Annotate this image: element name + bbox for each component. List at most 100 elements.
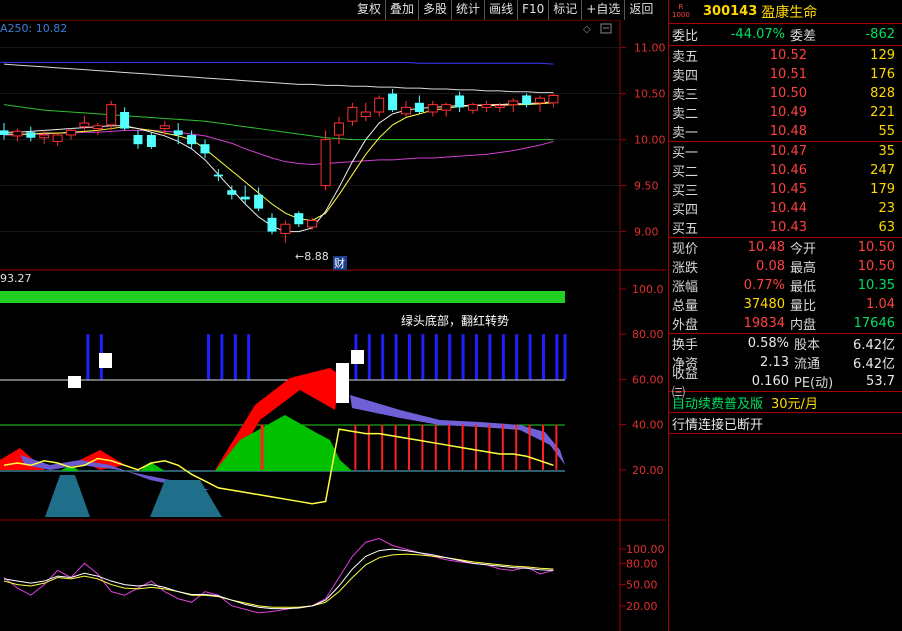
detail-value: 0.160	[751, 374, 789, 389]
signal-bar-blue	[461, 334, 465, 380]
bid-price: 10.45	[769, 182, 807, 197]
kline-chart-area[interactable]: A250: 10.82 ◇ 11.00 10.50 10.00 9.50 9.00 ←8…	[0, 20, 666, 631]
detail-label: PE(动)	[794, 376, 834, 391]
candle-body	[106, 104, 117, 126]
ask-volume: 176	[870, 67, 895, 82]
ask-book: 卖五 10.52 129 卖四 10.51 176 卖三 10.50 828 卖二 10.49 221…	[669, 46, 902, 142]
toolbar-overlay-button[interactable]: 叠加	[385, 0, 418, 20]
candle-body	[414, 102, 424, 112]
toolbar-multi-stock-button[interactable]: 多股	[418, 0, 451, 20]
candle-body	[535, 97, 545, 104]
signal-bar-red	[260, 424, 264, 470]
oscillator-tick-label: 50.00	[626, 579, 658, 592]
bid-row[interactable]: 买一 10.47 35	[669, 142, 902, 161]
ask-label: 卖二	[672, 107, 699, 122]
low-price-marker: ←8.88	[295, 250, 329, 263]
ask-row[interactable]: 卖二 10.49 221	[669, 103, 902, 122]
bid-row[interactable]: 买二 10.46 247	[669, 161, 902, 180]
toolbar-restore-rights-button[interactable]: 复权	[353, 0, 385, 20]
ask-label: 卖四	[672, 69, 699, 84]
signal-bar-blue	[207, 334, 210, 380]
share-details: 换手 0.58% 股本 6.42亿 净资 2.13 流通 6.42亿 收益㈢ 0.160 PE(动)…	[669, 334, 902, 401]
ask-row[interactable]: 卖五 10.52 129	[669, 46, 902, 65]
stat-label: 总量	[672, 299, 699, 314]
candle-body	[441, 104, 452, 111]
bid-volume: 179	[870, 182, 895, 197]
detail-label: 流通	[794, 357, 821, 372]
candle-body	[227, 190, 237, 195]
indicator-value-label: 93.27	[0, 272, 32, 285]
chart-toolbar: 复权 叠加 多股 统计 画线 F10 标记 +自选 返回	[353, 0, 666, 20]
bid-row[interactable]: 买五 10.43 63	[669, 218, 902, 237]
signal-bar-blue	[247, 334, 251, 380]
candle-body	[187, 135, 197, 145]
bid-volume: 23	[878, 201, 895, 216]
ask-volume: 221	[870, 105, 895, 120]
price-tick-label: 9.50	[634, 180, 659, 193]
candle-body	[213, 174, 223, 177]
candle-body	[92, 125, 103, 130]
connection-status: 行情连接已断开	[669, 413, 902, 434]
candle-body	[12, 130, 23, 137]
candle-body	[52, 134, 63, 142]
ask-row[interactable]: 卖一 10.48 55	[669, 122, 902, 141]
bid-row[interactable]: 买三 10.45 179	[669, 180, 902, 199]
signal-bar-blue	[475, 334, 478, 380]
ask-row[interactable]: 卖四 10.51 176	[669, 65, 902, 84]
candle-body	[133, 135, 143, 145]
signal-bar-red	[421, 424, 424, 470]
chart-settings-icon[interactable]	[600, 23, 612, 34]
bid-volume: 247	[870, 163, 895, 178]
indicator-tick-label: 60.00	[632, 373, 664, 386]
detail-row: 换手 0.58% 股本 6.42亿	[669, 334, 902, 353]
candle-body	[254, 194, 264, 209]
rating-badge: R 1000	[672, 3, 690, 19]
toolbar-f10-button[interactable]: F10	[517, 0, 548, 20]
white-signal-box	[351, 350, 364, 364]
ma-yellow-line	[4, 102, 554, 222]
detail-row: 净资 2.13 流通 6.42亿	[669, 353, 902, 372]
indicator-tick-label: 100.0	[632, 283, 664, 296]
oscillator-tick-label: 80.00	[626, 557, 658, 570]
signal-bar-red	[408, 424, 410, 470]
ask-row[interactable]: 卖三 10.50 828	[669, 84, 902, 103]
top-green-band	[0, 291, 565, 303]
toolbar-mark-button[interactable]: 标记	[548, 0, 581, 20]
ask-label: 卖五	[672, 50, 699, 65]
stat-value: 19834	[743, 316, 785, 331]
indicator-tick-label: 40.00	[632, 419, 664, 432]
toolbar-statistics-button[interactable]: 统计	[451, 0, 484, 20]
stock-code: 300143	[703, 4, 758, 19]
stat-label: 外盘	[672, 318, 699, 333]
toolbar-draw-line-button[interactable]: 画线	[484, 0, 517, 20]
toolbar-add-watchlist-button[interactable]: +自选	[581, 0, 624, 20]
candle-body	[320, 139, 331, 187]
bid-row[interactable]: 买四 10.44 23	[669, 199, 902, 218]
detail-value: 2.13	[760, 355, 789, 370]
candle-body	[159, 125, 170, 130]
financial-report-marker: 财	[334, 256, 345, 270]
candle-body	[307, 220, 318, 228]
diamond-icon[interactable]: ◇	[583, 24, 591, 35]
bid-price: 10.43	[769, 220, 807, 235]
price-tick-label: 9.00	[634, 226, 659, 239]
stat-value: 10.35	[857, 278, 895, 293]
signal-bar-red	[475, 424, 477, 470]
indicator-tick-label: 20.00	[632, 464, 664, 477]
candle-body	[468, 104, 478, 111]
candle-body	[79, 122, 90, 128]
candle-body	[401, 106, 411, 115]
signal-bar-blue	[233, 334, 237, 380]
candle-body	[66, 129, 76, 136]
oscillator-axis: 100.0080.00 50.00 20.00	[620, 543, 665, 613]
detail-label: 换手	[672, 338, 699, 353]
signal-bar-red	[555, 424, 558, 470]
toolbar-back-button[interactable]: 返回	[624, 0, 657, 20]
candle-body	[240, 196, 250, 200]
subscription-plan[interactable]: 自动续费普及版 30元/月	[669, 392, 902, 413]
signal-bar-blue	[408, 334, 411, 380]
signal-bar-blue	[555, 334, 559, 380]
signal-bar-blue	[515, 334, 519, 380]
ask-price: 10.52	[769, 48, 807, 63]
bid-volume: 63	[878, 220, 895, 235]
